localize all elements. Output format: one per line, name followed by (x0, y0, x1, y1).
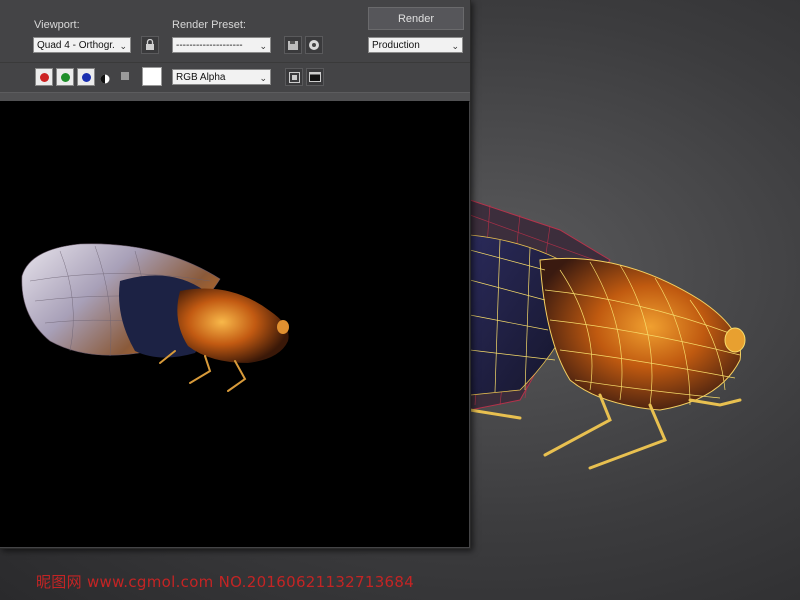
lock-icon[interactable] (141, 36, 159, 54)
color-swatch[interactable] (142, 67, 162, 86)
red-channel-icon[interactable] (35, 68, 53, 86)
watermark-text: 昵图网 www.cgmol.com NO.20160621132713684 (36, 573, 415, 591)
display-alpha-icon[interactable] (285, 68, 303, 86)
channel-dropdown[interactable]: RGB Alpha ⌄ (172, 69, 271, 85)
viewport-dropdown-value: Quad 4 - Orthogr. (37, 40, 115, 51)
channel-dropdown-value: RGB Alpha (176, 72, 226, 83)
production-dropdown-value: Production (372, 40, 420, 51)
chevron-down-icon: ⌄ (451, 41, 459, 51)
production-dropdown[interactable]: Production ⌄ (368, 37, 463, 53)
viewport-label: Viewport: (34, 19, 80, 31)
chevron-down-icon: ⌄ (259, 41, 267, 51)
chevron-down-icon: ⌄ (119, 41, 127, 51)
blue-channel-icon[interactable] (77, 68, 95, 86)
render-button[interactable]: Render (368, 7, 464, 30)
chevron-down-icon: ⌄ (259, 73, 267, 83)
render-toolbar-top: Viewport: Quad 4 - Orthogr. ⌄ Render Pre… (0, 0, 470, 62)
render-preset-label: Render Preset: (172, 19, 246, 31)
frame-window-icon[interactable] (306, 68, 324, 86)
rendered-frame-window: Viewport: Quad 4 - Orthogr. ⌄ Render Pre… (0, 0, 471, 549)
viewport-dropdown[interactable]: Quad 4 - Orthogr. ⌄ (33, 37, 131, 53)
save-preset-icon[interactable] (284, 36, 302, 54)
render-preset-dropdown[interactable]: -------------------- ⌄ (172, 37, 271, 53)
rendered-cicada-image (21, 243, 289, 392)
clear-icon[interactable] (121, 72, 129, 80)
monochrome-icon[interactable] (100, 71, 110, 84)
render-setup-icon[interactable] (305, 36, 323, 54)
rendered-image-canvas (0, 101, 469, 547)
render-preset-dropdown-value: -------------------- (176, 40, 243, 51)
green-channel-icon[interactable] (56, 68, 74, 86)
